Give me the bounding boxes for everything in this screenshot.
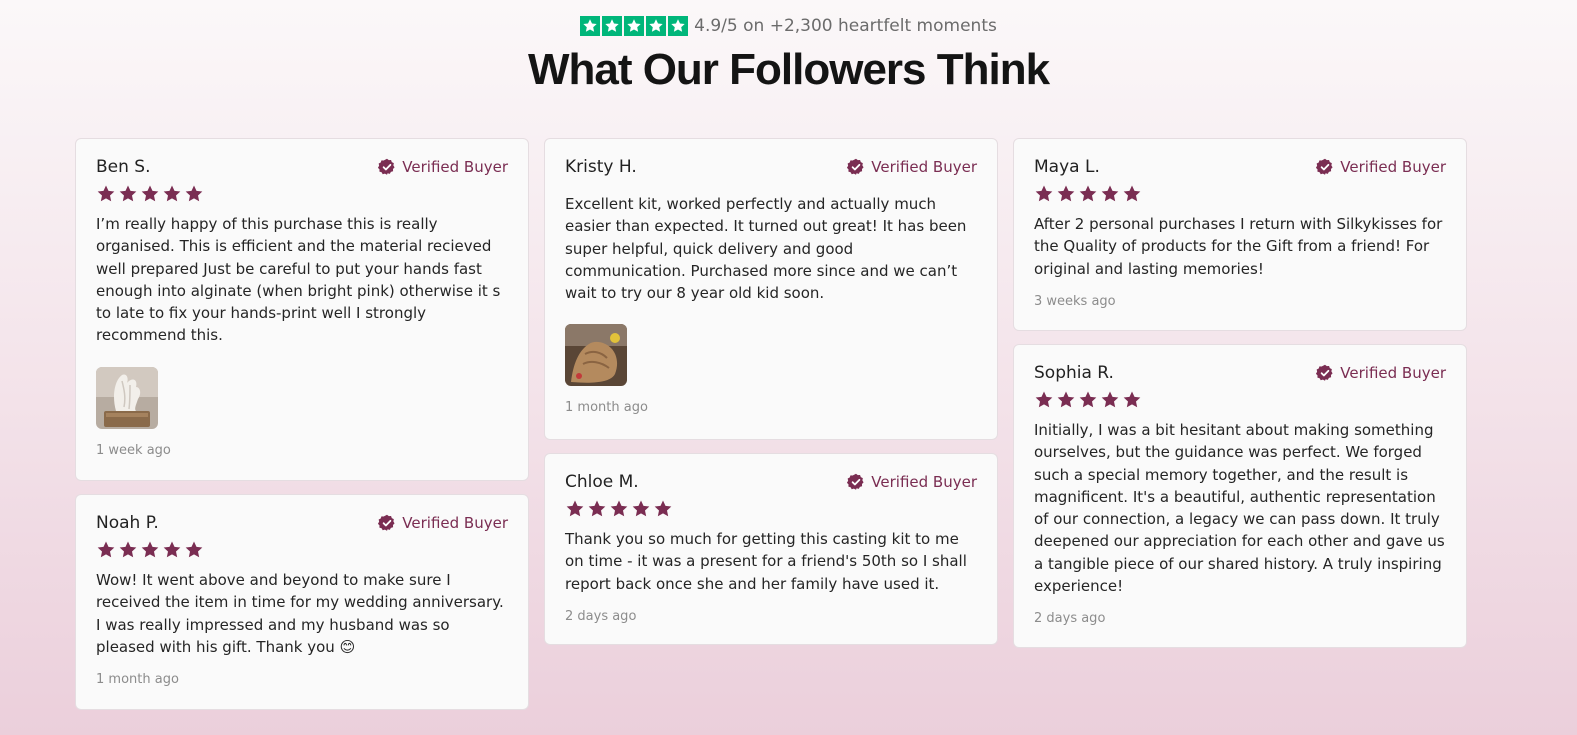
reviewer-name: Sophia R. xyxy=(1034,363,1114,383)
verified-badge-icon xyxy=(378,158,396,176)
review-date: 2 days ago xyxy=(565,608,637,624)
review-text: Initially, I was a bit hesitant about ma… xyxy=(1034,421,1445,596)
rating-summary: 4.9/5 on +2,300 heartfelt moments xyxy=(0,14,1577,38)
rating-text: 4.9/5 on +2,300 heartfelt moments xyxy=(694,16,997,36)
review-card: Kristy H. Verified Buyer Excellent kit, … xyxy=(544,138,998,440)
star-icon xyxy=(631,499,651,519)
verified-badge-icon xyxy=(847,473,865,491)
star-icon xyxy=(118,540,138,560)
star-icon xyxy=(1078,390,1098,410)
reviewer-name: Ben S. xyxy=(96,157,151,177)
star-icon xyxy=(184,540,204,560)
star-icon xyxy=(1034,390,1054,410)
review-photo-thumbnail[interactable] xyxy=(565,324,627,387)
review-text: Excellent kit, worked perfectly and actu… xyxy=(565,195,967,303)
reviewer-name: Maya L. xyxy=(1034,157,1100,177)
verified-buyer-badge: Verified Buyer xyxy=(378,514,508,532)
star-rating xyxy=(96,539,508,561)
verified-buyer-label: Verified Buyer xyxy=(402,158,508,176)
trustpilot-star-icon xyxy=(668,16,689,36)
verified-buyer-label: Verified Buyer xyxy=(402,514,508,532)
star-icon xyxy=(1100,184,1120,204)
verified-badge-icon xyxy=(1316,364,1334,382)
star-rating xyxy=(565,498,977,520)
trustpilot-star-icon xyxy=(580,16,601,36)
verified-buyer-label: Verified Buyer xyxy=(871,158,977,176)
verified-badge-icon xyxy=(847,158,865,176)
star-rating xyxy=(96,183,508,205)
review-card: Chloe M. Verified Buyer Thank you so muc… xyxy=(544,453,998,645)
verified-badge-icon xyxy=(378,514,396,532)
reviews-header: 4.9/5 on +2,300 heartfelt moments What O… xyxy=(0,14,1577,96)
star-icon xyxy=(1122,390,1142,410)
star-icon xyxy=(1078,184,1098,204)
hand-cast-sculpture-icon xyxy=(96,366,158,429)
star-icon xyxy=(1034,184,1054,204)
verified-buyer-badge: Verified Buyer xyxy=(1316,364,1446,382)
review-text: After 2 personal purchases I return with… xyxy=(1034,215,1443,278)
review-date: 1 month ago xyxy=(96,672,179,688)
verified-buyer-label: Verified Buyer xyxy=(871,473,977,491)
trustpilot-star-icon xyxy=(646,16,667,36)
hand-cast-photo-icon xyxy=(565,324,627,387)
page-title: What Our Followers Think xyxy=(527,45,1050,94)
star-icon xyxy=(162,540,182,560)
review-date: 3 weeks ago xyxy=(1034,293,1116,309)
star-icon xyxy=(587,499,607,519)
review-date: 1 week ago xyxy=(96,442,171,458)
star-icon xyxy=(118,184,138,204)
verified-buyer-badge: Verified Buyer xyxy=(1316,158,1446,176)
review-card: Noah P. Verified Buyer Wow! It went abov… xyxy=(75,494,529,710)
star-icon xyxy=(565,499,585,519)
star-rating xyxy=(1034,183,1446,205)
review-date: 1 month ago xyxy=(565,400,648,416)
star-icon xyxy=(1100,390,1120,410)
review-card: Maya L. Verified Buyer After 2 personal … xyxy=(1013,138,1467,331)
star-icon xyxy=(96,540,116,560)
star-icon xyxy=(140,184,160,204)
star-icon xyxy=(1056,184,1076,204)
review-card: Sophia R. Verified Buyer Initially, I wa… xyxy=(1013,344,1467,648)
verified-buyer-badge: Verified Buyer xyxy=(847,158,977,176)
verified-badge-icon xyxy=(1316,158,1334,176)
reviewer-name: Chloe M. xyxy=(565,472,639,492)
reviewer-name: Kristy H. xyxy=(565,157,637,177)
star-icon xyxy=(1056,390,1076,410)
review-text: Thank you so much for getting this casti… xyxy=(565,530,967,593)
verified-buyer-badge: Verified Buyer xyxy=(378,158,508,176)
star-icon xyxy=(1122,184,1142,204)
star-icon xyxy=(653,499,673,519)
star-rating xyxy=(1034,389,1446,411)
verified-buyer-label: Verified Buyer xyxy=(1340,158,1446,176)
verified-buyer-badge: Verified Buyer xyxy=(847,473,977,491)
star-icon xyxy=(162,184,182,204)
reviewer-name: Noah P. xyxy=(96,513,159,533)
star-icon xyxy=(609,499,629,519)
trustpilot-star-icon xyxy=(624,16,645,36)
trustpilot-stars xyxy=(580,16,689,36)
trustpilot-star-icon xyxy=(602,16,623,36)
review-text: Wow! It went above and beyond to make su… xyxy=(96,571,504,656)
review-photo-thumbnail[interactable] xyxy=(96,366,158,429)
review-text: I’m really happy of this purchase this i… xyxy=(96,215,501,345)
verified-buyer-label: Verified Buyer xyxy=(1340,364,1446,382)
star-icon xyxy=(184,184,204,204)
star-icon xyxy=(96,184,116,204)
star-icon xyxy=(140,540,160,560)
review-card: Ben S. Verified Buyer I’m really happy o… xyxy=(75,138,529,481)
review-date: 2 days ago xyxy=(1034,611,1106,627)
